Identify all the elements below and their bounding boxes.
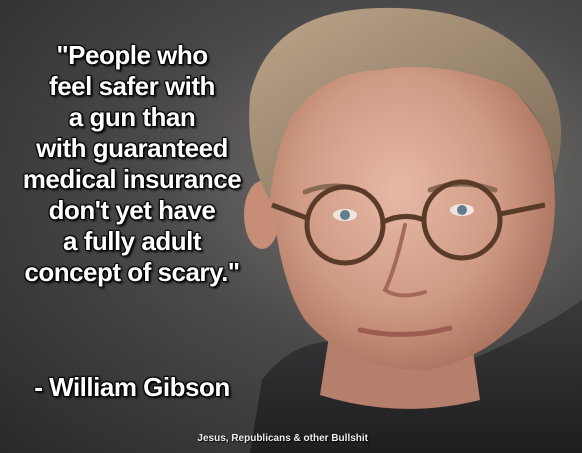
quote-line: "People who [56, 40, 208, 70]
quote-text: "People who feel safer with a gun than w… [6, 40, 258, 288]
quote-line: with guaranteed [36, 133, 228, 163]
quote-line: don't yet have [48, 195, 216, 225]
quote-line: concept of scary." [24, 257, 240, 287]
quote-line: feel safer with [49, 71, 215, 101]
quote-line: medical insurance [22, 164, 242, 194]
watermark-text: Jesus, Republicans & other Bullshit [197, 433, 368, 444]
quote-line: a gun than [68, 102, 196, 132]
meme-image: "People who feel safer with a gun than w… [0, 0, 582, 453]
author-attribution: - William Gibson [34, 372, 230, 402]
quote-line: a fully adult [63, 226, 201, 256]
